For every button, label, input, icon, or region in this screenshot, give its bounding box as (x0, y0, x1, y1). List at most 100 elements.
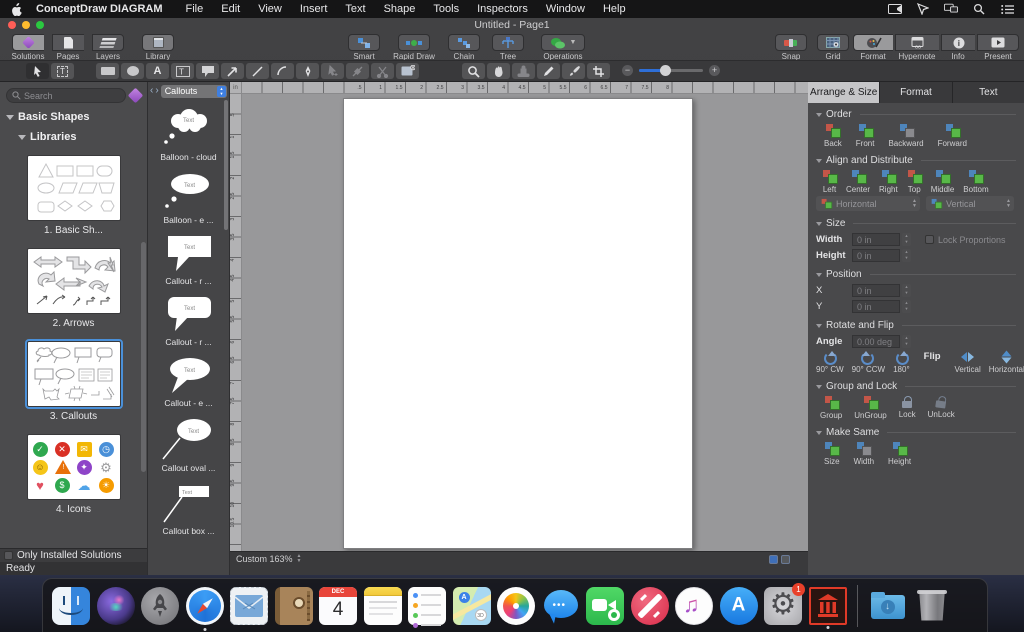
forward-chevron-icon[interactable]: › (155, 86, 158, 96)
menu-item[interactable]: Help (594, 3, 635, 15)
send-to-back-button[interactable]: Back (824, 124, 842, 148)
solutions-button[interactable]: Solutions (8, 34, 48, 61)
x-input[interactable]: 0 in (852, 284, 900, 297)
distribute-horizontal-dropdown[interactable]: Horizontal▲▼ (816, 196, 920, 211)
library-shape-callout-ellipse[interactable]: Text Callout - e ... (154, 356, 224, 414)
sidebar-scrollbar[interactable] (141, 242, 146, 472)
zoom-stepper-icon[interactable]: ▲▼ (297, 554, 302, 564)
conceptdraw-diagram-icon[interactable] (809, 587, 847, 625)
menu-item[interactable]: Shape (375, 3, 425, 15)
align-top-button[interactable]: Top (907, 170, 922, 194)
library-thumb-arrows[interactable]: 2. Arrows (0, 248, 147, 329)
unlock-button[interactable]: UnLock (928, 396, 955, 420)
info-button[interactable]: i Info (940, 34, 976, 61)
library-shape-callout-rect[interactable]: Text Callout - r ... (154, 234, 224, 292)
launchpad-icon[interactable] (141, 587, 179, 625)
angle-stepper[interactable]: ▲▼ (902, 335, 911, 348)
rectangle-tool[interactable] (96, 63, 119, 79)
pencil-tool[interactable] (537, 63, 560, 79)
menu-item[interactable]: Text (336, 3, 374, 15)
y-input[interactable]: 0 in (852, 300, 900, 313)
hypernote-button[interactable]: oo Hypernote (894, 34, 940, 61)
y-stepper[interactable]: ▲▼ (902, 300, 911, 313)
notes-icon[interactable] (364, 587, 402, 625)
page-add-icon[interactable] (781, 555, 790, 564)
flip-horizontal-button[interactable]: Horizontal (989, 351, 1024, 374)
photos-icon[interactable] (497, 587, 535, 625)
ellipse-tool[interactable] (121, 63, 144, 79)
zoom-level-control[interactable]: Custom 163% (236, 554, 293, 564)
prohibited-icon[interactable] (631, 587, 669, 625)
library-button[interactable]: Library (138, 34, 178, 61)
pages-button[interactable]: Pages (48, 34, 88, 61)
contacts-icon[interactable] (275, 587, 313, 625)
tab-arrange-size[interactable]: Arrange & Size (808, 82, 880, 103)
menu-item[interactable]: View (249, 3, 291, 15)
facetime-icon[interactable] (586, 587, 624, 625)
menu-item[interactable]: Window (537, 3, 594, 15)
solutions-diamond-icon[interactable] (128, 88, 144, 104)
zoom-in-button[interactable]: + (709, 65, 720, 76)
align-center-button[interactable]: Center (846, 170, 870, 194)
tab-format[interactable]: Format (880, 82, 952, 103)
reminders-icon[interactable] (408, 587, 446, 625)
crop-tool[interactable] (587, 63, 610, 79)
library-thumb-basic-shapes[interactable]: 1. Basic Sh... (0, 155, 147, 236)
callout-tool[interactable] (196, 63, 219, 79)
spotlight-search-icon[interactable] (972, 3, 986, 15)
calendar-icon[interactable]: DEC 4 (319, 587, 357, 625)
notification-center-icon[interactable] (1000, 3, 1014, 15)
clip-shape-tool[interactable] (396, 63, 419, 79)
flip-vertical-button[interactable]: Vertical (955, 351, 981, 374)
library-shape-balloon-ellipse[interactable]: Text Balloon - e ... (154, 171, 224, 231)
rotate-90-ccw-button[interactable]: 90° CCW (852, 351, 885, 374)
stamp-tool[interactable] (512, 63, 535, 79)
zoom-tool[interactable] (462, 63, 485, 79)
operations-button[interactable]: ▼ Operations (532, 34, 594, 61)
align-header[interactable]: Align and Distribute (816, 155, 1016, 166)
group-header[interactable]: Group and Lock (816, 381, 1016, 392)
only-installed-checkbox[interactable] (4, 551, 13, 560)
send-backward-button[interactable]: Backward (888, 124, 923, 148)
x-stepper[interactable]: ▲▼ (902, 284, 911, 297)
rotate-header[interactable]: Rotate and Flip (816, 320, 1016, 331)
library-shape-callout-box[interactable]: Text Callout box ... (154, 482, 224, 542)
present-button[interactable]: Present (976, 34, 1020, 61)
make-same-header[interactable]: Make Same (816, 427, 1016, 438)
library-shape-callout-oval[interactable]: Text Callout oval ... (154, 417, 224, 479)
rotate-180-button[interactable]: 180° (893, 351, 910, 374)
snap-button[interactable]: Snap (774, 34, 808, 61)
library-shape-callout-rounded[interactable]: Text Callout - r ... (154, 295, 224, 353)
order-header[interactable]: Order (816, 109, 1016, 120)
size-header[interactable]: Size (816, 218, 1016, 229)
screen-share-icon[interactable] (888, 3, 902, 15)
grid-button[interactable]: Grid (816, 34, 850, 61)
zoom-slider[interactable] (639, 69, 703, 72)
siri-icon[interactable] (97, 587, 135, 625)
format-button[interactable]: Format (852, 34, 894, 61)
pointer-icon[interactable] (916, 3, 930, 15)
lock-proportions-checkbox[interactable] (925, 235, 934, 244)
menu-item[interactable]: File (177, 3, 213, 15)
minimize-window-button[interactable] (22, 21, 30, 29)
menu-item[interactable]: Insert (291, 3, 337, 15)
line-tool[interactable] (246, 63, 269, 79)
safari-icon[interactable] (186, 587, 224, 625)
menu-item[interactable]: Inspectors (468, 3, 537, 15)
align-left-button[interactable]: Left (822, 170, 837, 194)
zoom-window-button[interactable] (36, 21, 44, 29)
displays-icon[interactable] (944, 3, 958, 15)
menu-item[interactable]: Edit (212, 3, 249, 15)
text-select-tool[interactable]: T (51, 63, 74, 79)
align-middle-button[interactable]: Middle (931, 170, 955, 194)
library-thumb-callouts[interactable]: 3. Callouts (0, 341, 147, 422)
rotate-90-cw-button[interactable]: 90° CW (816, 351, 844, 374)
position-header[interactable]: Position (816, 269, 1016, 280)
close-window-button[interactable] (8, 21, 16, 29)
active-app-name[interactable]: ConceptDraw DIAGRAM (36, 3, 163, 15)
back-chevron-icon[interactable]: ‹ (150, 86, 153, 96)
text-tool[interactable]: A (146, 63, 169, 79)
select-tool[interactable] (26, 63, 49, 79)
finder-icon[interactable] (52, 587, 90, 625)
align-bottom-button[interactable]: Bottom (963, 170, 988, 194)
